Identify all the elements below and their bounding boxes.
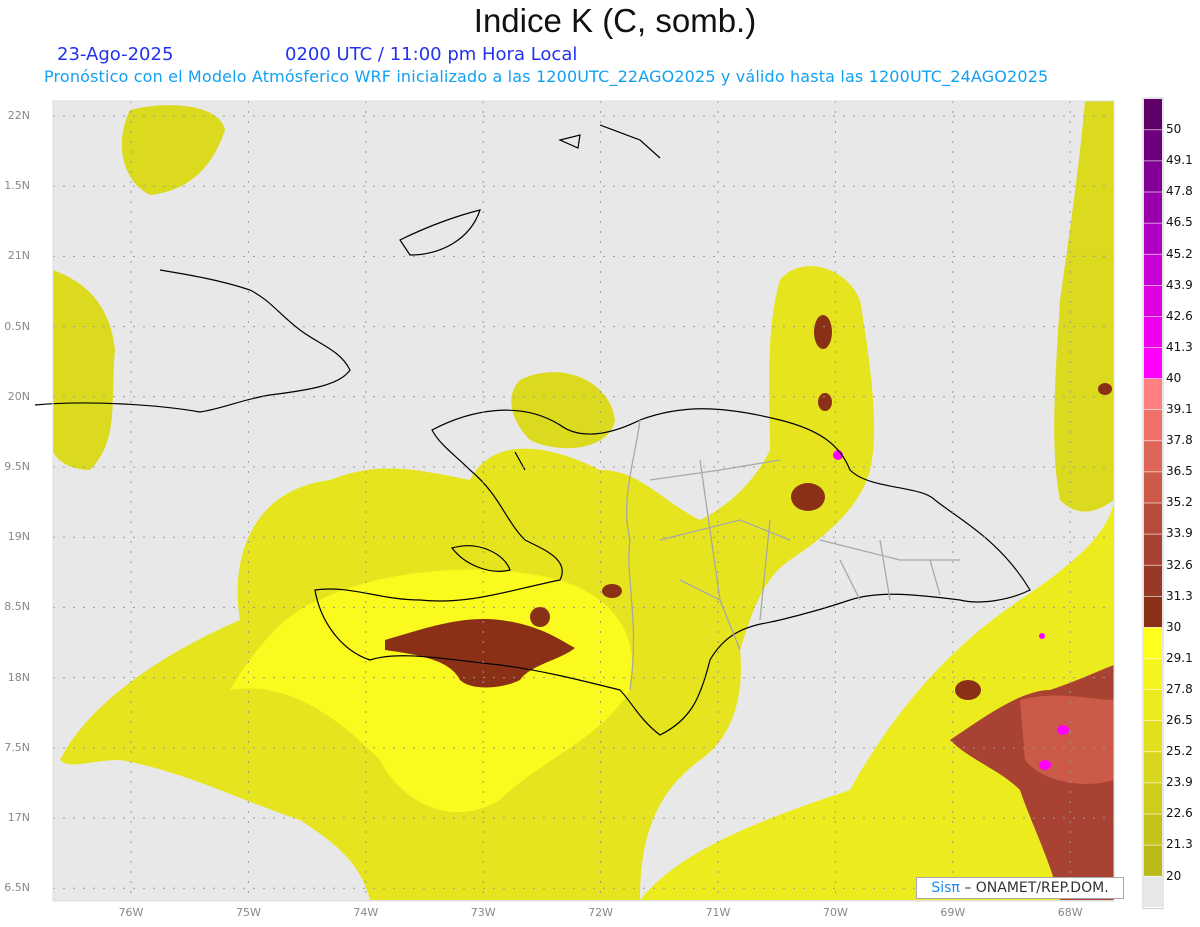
lon-tick-label: 71W (705, 906, 731, 919)
k-index-area-30plus (602, 584, 622, 598)
colorbar-swatch (1144, 347, 1162, 379)
lon-tick-label: 68W (1057, 906, 1083, 919)
forecast-date: 23-Ago-2025 (57, 44, 174, 65)
map-title: Indice K (C, somb.) (473, 2, 757, 39)
lat-tick-label: 18N (7, 670, 30, 684)
lon-tick-label: 75W (235, 906, 261, 919)
colorbar-swatch (1144, 845, 1162, 876)
colorbar-swatch (1144, 472, 1162, 503)
lat-tick-label: 9.5N (4, 460, 30, 473)
colorbar-label: 26.5 (1166, 713, 1193, 727)
lat-tick-label: 21N (7, 249, 30, 263)
lon-tick-label: 74W (353, 906, 379, 919)
k-index-area-30plus (791, 483, 825, 511)
lat-tick-label: 19N (7, 530, 30, 544)
lon-tick-label: 76W (118, 906, 144, 919)
colorbar-label: 37.8 (1166, 433, 1193, 448)
colorbar-label: 46.5 (1166, 215, 1193, 230)
lon-tick-label: 70W (822, 906, 848, 919)
colorbar-label: 29.1 (1166, 650, 1193, 665)
k-index-area-30plus (818, 393, 832, 411)
lat-tick-label: 7.5N (4, 740, 30, 754)
colorbar-swatch (1144, 565, 1162, 596)
colorbar-label: 36.5 (1166, 464, 1193, 479)
colorbar-label: 23.9 (1166, 775, 1193, 790)
colorbar-label: 27.8 (1166, 681, 1193, 696)
model-subtitle: Pronóstico con el Modelo Atmósferico WRF… (44, 67, 1049, 86)
colorbar-label: 47.8 (1166, 184, 1193, 199)
lat-tick-label: 22N (7, 109, 30, 122)
colorbar-label: 40 (1166, 370, 1182, 385)
colorbar-label: 22.6 (1166, 806, 1193, 821)
colorbar-swatch (1144, 192, 1162, 223)
k-index-area-30plus (814, 315, 832, 349)
colorbar-label: 30 (1166, 619, 1182, 634)
colorbar-swatch (1144, 254, 1162, 285)
colorbar-swatch (1144, 658, 1162, 690)
colorbar-swatch (1144, 378, 1162, 410)
colorbar-swatch (1144, 441, 1162, 472)
colorbar-swatch (1144, 534, 1162, 565)
lat-tick-label: 20N (7, 389, 30, 403)
colorbar-swatch (1144, 752, 1162, 783)
k-index-map (34, 97, 1164, 910)
colorbar (1142, 97, 1164, 910)
colorbar-swatch (1144, 130, 1162, 161)
credit-brand: Sisπ (931, 880, 960, 896)
lon-tick-label: 69W (940, 906, 966, 919)
colorbar-swatch (1144, 876, 1162, 907)
lat-tick-label: 0.5N (4, 319, 30, 333)
colorbar-swatch (1144, 161, 1162, 192)
lat-tick-label: 1.5N (4, 179, 30, 193)
colorbar-swatch (1144, 285, 1162, 317)
colorbar-swatch (1144, 627, 1162, 659)
colorbar-label: 43.9 (1166, 277, 1193, 292)
lon-tick-label: 73W (470, 906, 496, 919)
colorbar-swatch (1144, 316, 1162, 348)
colorbar-swatch (1144, 503, 1162, 534)
colorbar-swatch (1144, 99, 1162, 130)
k-index-area-30plus (530, 607, 550, 627)
colorbar-label: 39.1 (1166, 402, 1193, 416)
colorbar-label: 42.6 (1166, 308, 1193, 323)
colorbar-label: 50 (1166, 122, 1182, 137)
lat-tick-label: 8.5N (4, 600, 30, 614)
colorbar-swatch (1144, 814, 1162, 845)
colorbar-label: 49.1 (1166, 153, 1193, 168)
colorbar-label: 21.3 (1166, 837, 1193, 852)
colorbar-swatch (1144, 783, 1162, 814)
k-index-area-40plus (1057, 725, 1069, 735)
colorbar-swatch (1144, 689, 1162, 721)
credit-box: Sisπ – ONAMET/REP.DOM. (916, 877, 1124, 899)
colorbar-swatch (1144, 223, 1162, 254)
colorbar-swatch (1144, 410, 1162, 441)
colorbar-label: 20 (1166, 868, 1182, 883)
colorbar-label: 45.2 (1166, 246, 1193, 261)
colorbar-label: 25.2 (1166, 744, 1193, 759)
colorbar-label: 33.9 (1166, 526, 1193, 541)
lon-tick-label: 72W (588, 906, 614, 919)
k-index-area-30plus (955, 680, 981, 700)
credit-text: – ONAMET/REP.DOM. (964, 880, 1109, 896)
colorbar-label: 35.2 (1166, 495, 1193, 510)
k-index-area-40plus (1039, 633, 1045, 639)
lat-tick-label: 6.5N (4, 881, 30, 895)
k-index-area-30plus (1098, 383, 1112, 395)
colorbar-label: 32.6 (1166, 557, 1193, 572)
forecast-time: 0200 UTC / 11:00 pm Hora Local (285, 44, 578, 65)
colorbar-swatch (1144, 596, 1162, 628)
colorbar-label: 41.3 (1166, 339, 1193, 354)
colorbar-label: 31.3 (1166, 588, 1193, 603)
lat-tick-label: 17N (7, 811, 30, 824)
colorbar-swatch (1144, 721, 1162, 752)
k-index-area-40plus (1039, 760, 1051, 770)
